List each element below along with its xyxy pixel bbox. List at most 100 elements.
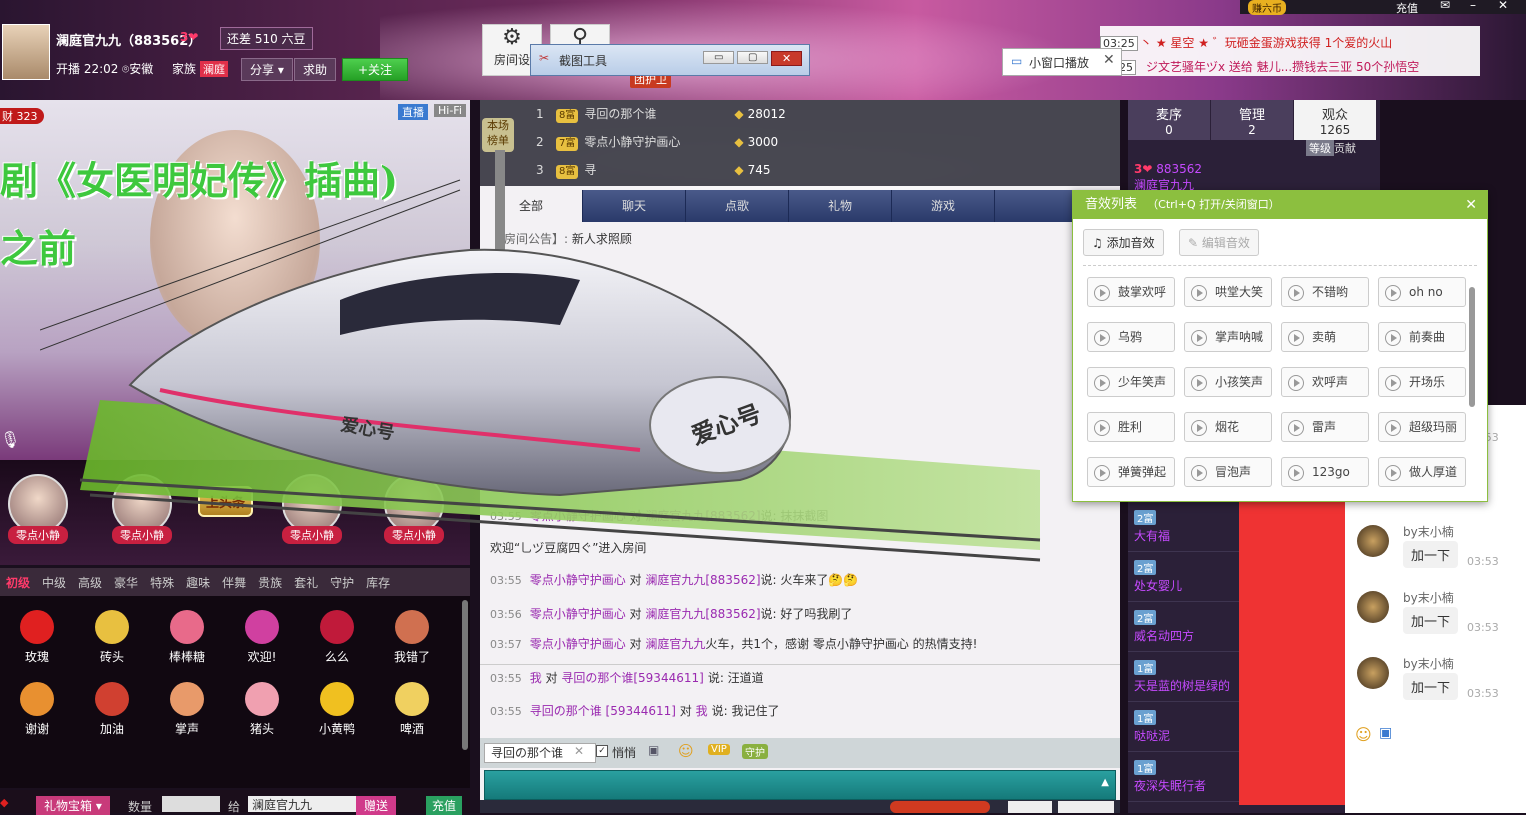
sound-effect-button[interactable]: 雷声 [1281,412,1369,442]
gift-item[interactable]: 加油 [75,668,149,740]
sound-effect-button[interactable]: 小孩笑声 [1184,367,1272,397]
gift-tab[interactable]: 守护 [324,568,360,597]
sound-effect-button[interactable]: oh no [1378,277,1466,307]
sound-effect-button[interactable]: 开场乐 [1378,367,1466,397]
audience-item[interactable]: 2富 大有福 [1128,502,1239,552]
gift-tab[interactable]: 初级 [0,568,36,597]
side-user-name[interactable]: by末小楠 [1403,523,1454,540]
send-gift-button[interactable]: 赠送 [356,796,397,815]
gift-tab[interactable]: 高级 [72,568,108,597]
gift-tab[interactable]: 趣味 [180,568,216,597]
guard-button[interactable]: 守护 [742,744,768,759]
gift-item[interactable]: 小黄鸭 [300,668,374,740]
gift-item[interactable]: 我错了 [375,596,449,668]
host-card[interactable]: 零点小静 [282,474,342,544]
small-window-close-icon[interactable]: ✕ [1103,52,1115,68]
side-avatar[interactable] [1357,591,1389,623]
share-button[interactable]: 分享 ▾ [241,58,293,81]
chat-tab[interactable]: 全部 [480,190,583,222]
message-from[interactable]: 寻回の那个谁 [59344611] [530,704,676,718]
rank-row[interactable]: 1 8富 寻回の那个谁 ◆ 28012 [536,100,1096,128]
emoji-icon[interactable]: ☺ [678,742,694,760]
audience-item[interactable]: 1富 天是蓝的树是绿的 [1128,652,1239,702]
gift-scrollbar[interactable] [462,600,468,750]
host-card[interactable]: 零点小静 [384,474,444,544]
hifi-badge[interactable]: Hi-Fi [434,104,466,117]
fx-close-icon[interactable]: ✕ [1465,191,1477,219]
sound-effect-button[interactable]: 哄堂大笑 [1184,277,1272,307]
small-window-button[interactable]: 小窗口播放 [1029,54,1089,71]
gift-tab[interactable]: 贵族 [252,568,288,597]
side-user-name[interactable]: by末小楠 [1403,655,1454,672]
snip-minimize-button[interactable]: ▭ [703,51,735,64]
sort-by-contribution[interactable]: 贡献 [1334,140,1356,156]
side-image-icon[interactable]: ▣ [1379,725,1392,741]
mail-icon[interactable]: ✉ [1440,0,1450,12]
chat-tab[interactable]: 聊天 [583,190,686,222]
chat-tab[interactable]: 游戏 [892,190,995,222]
gift-item[interactable]: 谢谢 [0,668,74,740]
gift-recharge-button[interactable]: 充值 [426,796,463,815]
headline-button[interactable]: 上头条 [198,486,254,517]
gift-target-select[interactable]: 澜庭官九九 [248,796,356,812]
rank-row[interactable]: 3 8富寻 ◆ 745 [536,156,1096,184]
gift-item[interactable]: 掌声 [150,668,224,740]
audience-item[interactable]: 1富 哒哒泥 [1128,702,1239,752]
audience-tab[interactable]: 麦序 0 [1128,100,1211,140]
side-user-name[interactable]: by末小楠 [1403,589,1454,606]
audience-item[interactable]: 2富 处女婴儿 [1128,552,1239,602]
audience-item[interactable]: 2富 威名动四方 [1128,602,1239,652]
message-user[interactable]: 零点小静守护画心 [530,509,626,523]
sound-effect-button[interactable]: 鼓掌欢呼 [1087,277,1175,307]
help-button[interactable]: 求助 [294,58,337,81]
fx-scrollbar[interactable] [1469,287,1475,407]
gift-item[interactable]: 棒棒糖 [150,596,224,668]
video-stage[interactable]: 财 323 直播 Hi-Fi 剧《女医明妃传》插曲) 之前 🎙 [0,100,470,460]
gift-item[interactable]: 猪头 [225,668,299,740]
message-target[interactable]: 我 [696,704,708,718]
minimize-icon[interactable]: – [1470,0,1476,12]
message-user[interactable]: 零点小静守护画心 [530,637,626,651]
host-card[interactable]: 零点小静 [112,474,172,544]
rank-row[interactable]: 2 7富 零点小静守护画心 ◆ 3000 [536,128,1096,156]
chat-tab[interactable]: 礼物 [789,190,892,222]
gift-box-button[interactable]: 礼物宝箱 ▾ [36,796,110,815]
mic-icon[interactable]: 🎙 [0,430,20,449]
image-icon[interactable]: ▣ [648,743,659,757]
gift-item[interactable]: 欢迎! [225,596,299,668]
sound-effect-button[interactable]: 超级玛丽 [1378,412,1466,442]
gift-item[interactable]: 砖头 [75,596,149,668]
gift-item[interactable]: 啤酒 [375,668,449,740]
gift-item[interactable]: 么么 [300,596,374,668]
sound-effect-button[interactable]: 胜利 [1087,412,1175,442]
sound-effect-button[interactable]: 卖萌 [1281,322,1369,352]
side-avatar[interactable] [1357,525,1389,557]
gift-tab[interactable]: 套礼 [288,568,324,597]
event-button[interactable] [890,801,990,813]
gift-tab[interactable]: 伴舞 [216,568,252,597]
host-card[interactable]: 零点小静 [8,474,68,544]
close-icon[interactable]: ✕ [1498,0,1508,12]
clear-target-icon[interactable]: ✕ [574,744,584,758]
snip-maximize-button[interactable]: ▢ [737,51,769,64]
sound-effect-button[interactable]: 冒泡声 [1184,457,1272,487]
bottom-button-1[interactable] [1008,801,1052,813]
edit-effect-button[interactable]: ✎ 编辑音效 [1179,229,1259,256]
message-user[interactable]: 零点小静守护画心 [530,573,626,587]
vip-button[interactable]: VIP [708,744,730,755]
sound-effect-button[interactable]: 掌声呐喊 [1184,322,1272,352]
gift-item[interactable]: 玫瑰 [0,596,74,668]
anchor-avatar[interactable] [2,24,50,80]
message-target[interactable]: 澜庭官九九[883562] [645,573,760,587]
gift-tab[interactable]: 中级 [36,568,72,597]
sound-effect-button[interactable]: 前奏曲 [1378,322,1466,352]
message-target[interactable]: 澜庭官九九 [645,637,705,651]
gift-tab[interactable]: 库存 [360,568,396,597]
sound-effect-button[interactable]: 乌鸦 [1087,322,1175,352]
expand-icon[interactable]: ▲ [1101,777,1109,788]
gift-tab[interactable]: 特殊 [144,568,180,597]
earn-coin-button[interactable]: 赚六币 [1248,0,1286,15]
sound-effect-button[interactable]: 烟花 [1184,412,1272,442]
sound-effect-button[interactable]: 少年笑声 [1087,367,1175,397]
sound-effect-button[interactable]: 弹簧弹起 [1087,457,1175,487]
